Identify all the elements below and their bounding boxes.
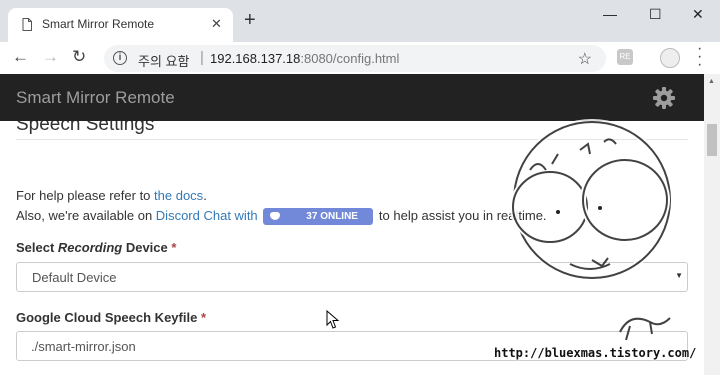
recording-device-select[interactable]: Default Device ▼ [16, 262, 688, 292]
recording-device-value: Default Device [32, 270, 117, 285]
extension-icon[interactable]: RE [617, 49, 633, 65]
url-separator: | [200, 49, 204, 66]
label-emphasis: Recording [57, 240, 123, 255]
scroll-thumb[interactable] [707, 124, 717, 156]
url-path: :8080/config.html [300, 51, 400, 66]
gear-icon[interactable] [652, 86, 676, 110]
app-title[interactable]: Smart Mirror Remote [16, 88, 175, 108]
label-text: Select [16, 240, 58, 255]
bookmark-star-icon[interactable]: ☆ [578, 49, 592, 69]
close-window-button[interactable]: ✕ [692, 6, 704, 23]
discord-online-count: 37 ONLINE [306, 211, 358, 223]
address-bar[interactable]: i 주의 요함 | 192.168.137.18:8080/config.htm… [104, 45, 606, 72]
watermark-url: http://bluexmas.tistory.com/ [494, 346, 697, 360]
back-icon[interactable]: ← [12, 47, 29, 67]
recording-device-label: Select Recording Device * [16, 240, 176, 255]
forward-icon[interactable]: → [42, 47, 59, 67]
section-divider [16, 139, 688, 140]
tab-title: Smart Mirror Remote [42, 17, 155, 31]
maximize-button[interactable]: ☐ [649, 6, 662, 23]
scroll-up-arrow-icon[interactable]: ▲ [708, 78, 715, 85]
info-icon[interactable]: i [113, 51, 127, 65]
label-text: Google Cloud Speech Keyfile [16, 310, 198, 325]
section-title: Speech Settings [16, 121, 155, 135]
help-text: Also, we're available on [16, 208, 156, 223]
url-text[interactable]: 192.168.137.18:8080/config.html [210, 51, 399, 66]
required-mark: * [171, 240, 177, 255]
settings-content: Speech Settings For help please refer to… [0, 121, 704, 375]
required-mark: * [200, 310, 206, 325]
keyfile-value: ./smart-mirror.json [31, 339, 136, 354]
minimize-button[interactable]: — [603, 6, 617, 22]
menu-dots-icon[interactable]: · · · [697, 41, 702, 73]
dropdown-arrow-icon: ▼ [675, 271, 683, 280]
profile-avatar[interactable] [660, 48, 680, 68]
url-host: 192.168.137.18 [210, 51, 301, 66]
mouse-cursor-icon [326, 310, 340, 329]
document-icon [22, 18, 32, 31]
new-tab-button[interactable]: + [244, 10, 256, 30]
help-text: For help please refer to [16, 188, 155, 203]
label-text: Device [122, 240, 168, 255]
app-navbar: Smart Mirror Remote [0, 74, 720, 121]
discord-link[interactable]: Discord Chat with [156, 208, 258, 223]
help-line-discord: Also, we're available on Discord Chat wi… [16, 208, 547, 226]
tab-strip: Smart Mirror Remote ✕ + — ☐ ✕ [0, 0, 720, 42]
discord-badge[interactable]: 37 ONLINE [263, 208, 374, 226]
help-line-docs: For help please refer to the docs. [16, 188, 207, 203]
browser-toolbar: ← → ↻ i 주의 요함 | 192.168.137.18:8080/conf… [0, 41, 720, 74]
discord-icon [270, 212, 281, 221]
help-punct: . [203, 188, 207, 203]
docs-link[interactable]: the docs [154, 188, 203, 203]
page-scrollbar[interactable]: ▲ [704, 74, 720, 375]
reload-icon[interactable]: ↻ [72, 47, 86, 67]
keyfile-label: Google Cloud Speech Keyfile * [16, 310, 206, 325]
security-status[interactable]: 주의 요함 [138, 51, 189, 70]
browser-tab[interactable]: Smart Mirror Remote ✕ [8, 8, 233, 42]
tab-close-icon[interactable]: ✕ [211, 16, 222, 32]
help-text: to help assist you in realtime. [375, 208, 547, 223]
